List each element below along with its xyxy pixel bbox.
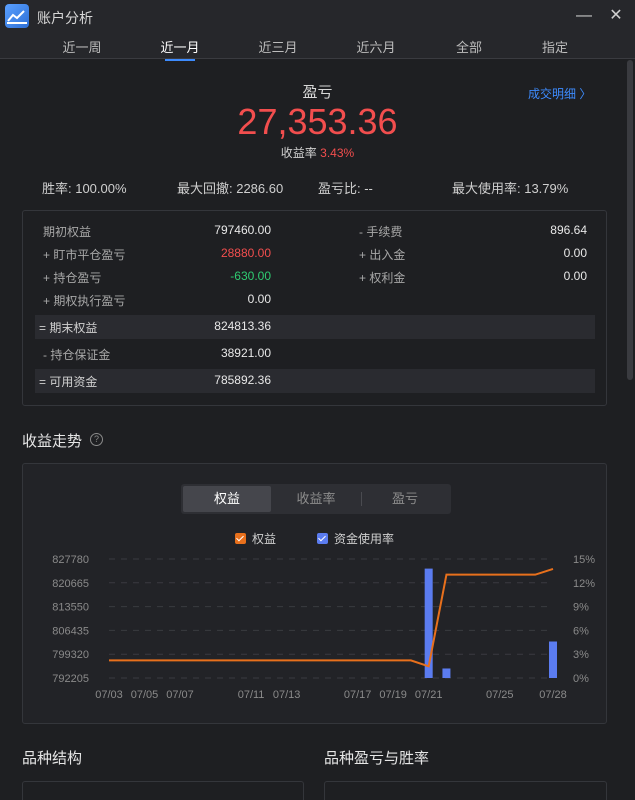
row-value: 0.00 [247,292,271,306]
y2-tick-label: 12% [573,578,595,590]
y2-tick-label: 9% [573,602,589,614]
category-pnl-title: 品种盈亏与胜率 [324,750,430,767]
tab-three-months[interactable]: 近三月 [248,37,308,56]
row-value: 0.00 [563,269,587,283]
x-tick-label: 07/21 [415,689,443,701]
y2-tick-label: 3% [573,649,589,661]
row-value: 0.00 [563,246,587,260]
row-label: + 盯市平仓盈亏 [43,248,126,262]
equity-breakdown: 期初权益 797460.00 + 盯市平仓盈亏 28880.00 + 持仓盈亏 … [22,210,607,406]
y2-tick-label: 0% [573,673,589,685]
row-label: = 可用资金 [39,375,98,389]
category-structure-title: 品种结构 [22,750,83,767]
x-tick-label: 07/28 [539,689,567,701]
tab-custom[interactable]: 指定 [525,37,585,56]
close-button[interactable]: ✕ [606,6,626,26]
tab-all[interactable]: 全部 [439,37,499,56]
x-tick-label: 07/03 [95,689,123,701]
minimize-button[interactable]: — [574,6,594,26]
period-tabs: 近一周 近一月 近三月 近六月 全部 指定 [0,33,635,61]
y-tick-label: 813550 [52,602,89,614]
ending-equity-band [35,315,595,339]
y-tick-label: 820665 [52,578,89,590]
usage-bar [549,641,557,678]
pnl-value: 27,353.36 [237,101,398,142]
x-tick-label: 07/05 [131,689,159,701]
row-label: + 出入金 [359,248,406,262]
row-label: + 持仓盈亏 [43,271,102,285]
row-value: 785892.36 [214,373,271,387]
x-tick-label: 07/25 [486,689,514,701]
win-rate: 胜率: 100.00% [42,181,127,196]
trend-title: 收益走势 [22,433,83,450]
max-drawdown: 最大回撤: 2286.60 [177,181,284,196]
row-value: 797460.00 [214,223,271,237]
usage-bar [442,668,451,678]
profit-loss-ratio: 盈亏比: -- [318,181,373,196]
y-tick-label: 827780 [52,554,89,566]
row-label: = 期末权益 [39,321,98,335]
y2-tick-label: 15% [573,554,595,566]
max-usage-rate: 最大使用率: 13.79% [452,181,569,196]
x-tick-label: 07/11 [238,689,265,701]
row-label: - 手续费 [359,225,403,239]
x-tick-label: 07/13 [273,689,301,701]
help-icon[interactable]: ? [90,433,103,446]
trade-details-link[interactable]: 成交明细 〉 [528,85,591,102]
category-pnl-panel [324,781,607,800]
row-value: 38921.00 [220,346,271,360]
trend-chart-panel: 权益 收益率 盈亏 权益 资金使用率 827780 15% 820665 12% 813… [22,463,607,724]
y2-tick-label: 6% [573,625,589,637]
tab-six-months[interactable]: 近六月 [346,37,406,56]
y-tick-label: 799320 [52,649,89,661]
row-value: 824813.36 [214,319,271,333]
row-label: - 持仓保证金 [43,348,111,362]
row-label: + 权利金 [359,271,406,285]
row-label: + 期权执行盈亏 [43,294,126,308]
row-value: -630.00 [230,269,271,283]
app-chart-icon [5,4,29,28]
trend-chart: 827780 15% 820665 12% 813550 9% 806435 6% 799320… [52,554,595,701]
window-title: 账户分析 [37,10,93,26]
available-funds-band [35,369,595,393]
row-label: 期初权益 [43,225,92,239]
tab-month[interactable]: 近一月 [150,37,210,61]
equity-line [109,567,554,668]
y-tick-label: 806435 [52,625,89,637]
y-tick-label: 792205 [52,673,89,685]
category-structure-panel [22,781,304,800]
row-value: 28880.00 [220,246,271,260]
tab-week[interactable]: 近一周 [52,37,112,56]
x-tick-label: 07/19 [379,689,407,701]
title-bar: 账户分析 — ✕ [0,0,635,33]
return-rate-label: 收益率 [280,146,317,160]
row-value: 896.64 [550,223,587,237]
return-rate-value: 3.43% [320,146,355,160]
x-tick-label: 07/07 [166,689,194,701]
return-rate: 收益率 3.43% [0,144,635,161]
x-tick-label: 07/17 [344,689,372,701]
